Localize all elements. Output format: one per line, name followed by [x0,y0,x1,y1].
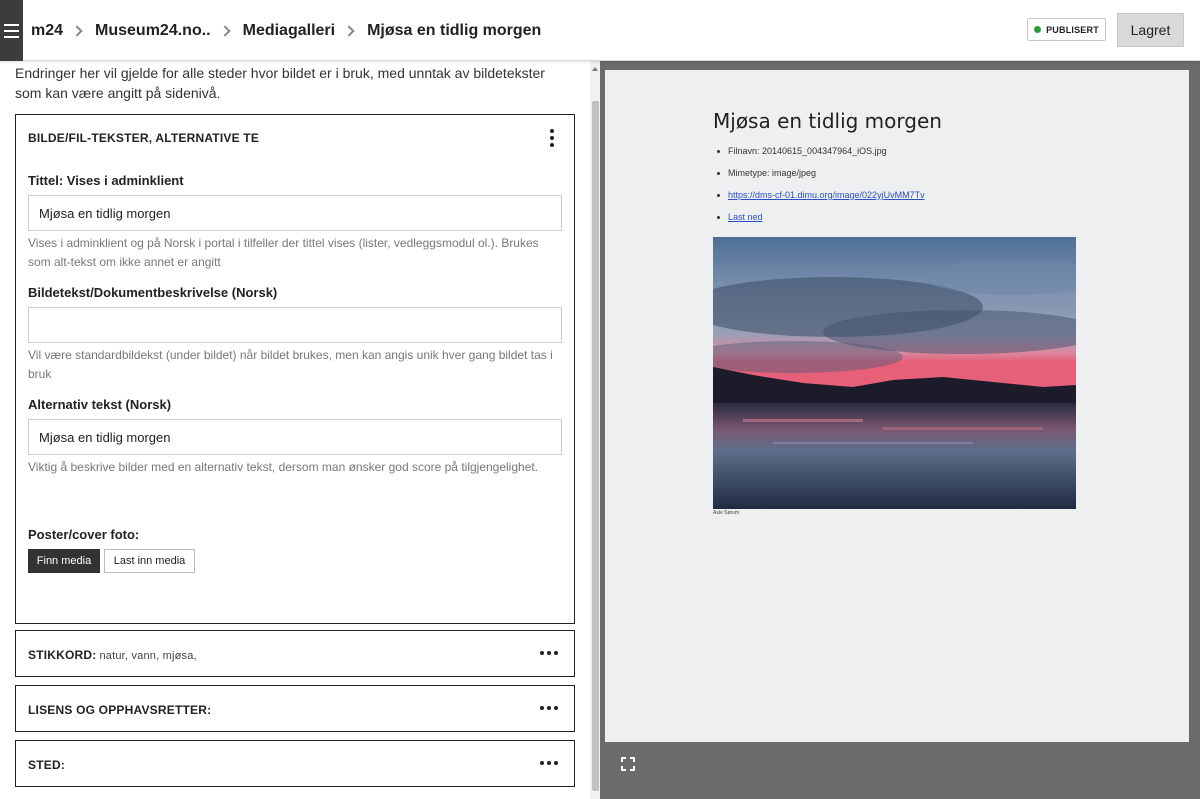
poster-label: Poster/cover foto: [28,527,140,542]
preview-image [713,237,1076,509]
status-label: PUBLISERT [1046,24,1099,35]
caption-help: Vil være standardbildekst (under bildet)… [28,348,553,381]
breadcrumb-item-current: Mjøsa en tidlig morgen [367,21,542,39]
section-heading: BILDE/FIL-TEKSTER, ALTERNATIVE TE [28,131,260,145]
editor-panel: Endringer her vil gjelde for alle steder… [0,61,600,799]
status-dot-icon [1034,26,1042,33]
mimetype-item: Mimetype: image/jpeg [717,165,925,187]
alt-text-label: Alternativ tekst (Norsk) [28,397,172,412]
download-item: Last ned [717,209,925,231]
keywords-label: STIKKORD: [28,648,97,662]
breadcrumb-item-gallery[interactable]: Mediagalleri [243,22,335,40]
image-credit: Asle Sørum [713,510,740,516]
find-media-button[interactable]: Finn media [28,549,100,573]
place-section[interactable]: STED: [15,740,575,787]
scroll-up-arrow-icon[interactable] [592,67,598,71]
caption-input[interactable] [28,307,562,343]
fullscreen-expand-icon[interactable] [621,757,635,771]
license-section[interactable]: LISENS OG OPPHAVSRETTER: [15,685,575,732]
texts-section: BILDE/FIL-TEKSTER, ALTERNATIVE TE Tittel… [15,114,575,624]
more-horizontal-icon[interactable] [540,651,558,655]
more-horizontal-icon[interactable] [540,706,558,710]
breadcrumb-item-site[interactable]: Museum24.no.. [95,22,211,40]
image-url-link[interactable]: https://dms-cf-01.dimu.org/image/022yjUv… [728,190,925,200]
keywords-section[interactable]: STIKKORD: natur, vann, mjøsa, [15,630,575,677]
license-heading: LISENS OG OPPHAVSRETTER: [28,703,212,717]
chevron-right-icon [71,24,83,37]
breadcrumb: m24 Museum24.no.. Mediagalleri Mjøsa en … [31,0,541,61]
place-heading: STED: [28,758,65,772]
chevron-right-icon [343,24,355,37]
url-item: https://dms-cf-01.dimu.org/image/022yjUv… [717,187,925,209]
download-link[interactable]: Last ned [728,212,763,222]
alt-text-input[interactable] [28,419,562,455]
title-label: Tittel: Vises i adminklient [28,173,184,188]
keywords-values: natur, vann, mjøsa, [99,650,197,662]
top-bar: m24 Museum24.no.. Mediagalleri Mjøsa en … [0,0,1200,61]
filename-item: Filnavn: 20140615_004347964_iOS.jpg [717,143,925,165]
alt-text-help: Viktig å beskrive bilder med en alternat… [28,460,539,474]
preview-page: Mjøsa en tidlig morgen Filnavn: 20140615… [605,70,1189,742]
title-input[interactable] [28,195,562,231]
more-options-icon[interactable] [550,129,554,147]
keywords-heading: STIKKORD: natur, vann, mjøsa, [28,648,197,662]
title-help: Vises i adminklient og på Norsk i portal… [28,236,539,269]
chevron-right-icon [218,24,231,37]
intro-text: Endringer her vil gjelde for alle steder… [15,65,545,101]
preview-title: Mjøsa en tidlig morgen [713,109,942,133]
caption-label: Bildetekst/Dokumentbeskrivelse (Norsk) [28,285,278,300]
save-button[interactable]: Lagret [1117,13,1184,47]
file-info-list: Filnavn: 20140615_004347964_iOS.jpg Mime… [717,143,925,231]
preview-panel: Mjøsa en tidlig morgen Filnavn: 20140615… [600,61,1200,799]
scrollbar-thumb[interactable] [592,101,599,791]
sunset-lake-photo [713,237,1076,509]
upload-media-button[interactable]: Last inn media [104,549,195,573]
status-badge[interactable]: PUBLISERT [1027,18,1106,41]
more-horizontal-icon[interactable] [540,761,558,765]
hamburger-menu-icon[interactable] [0,0,23,61]
breadcrumb-item-home[interactable]: m24 [31,22,63,40]
